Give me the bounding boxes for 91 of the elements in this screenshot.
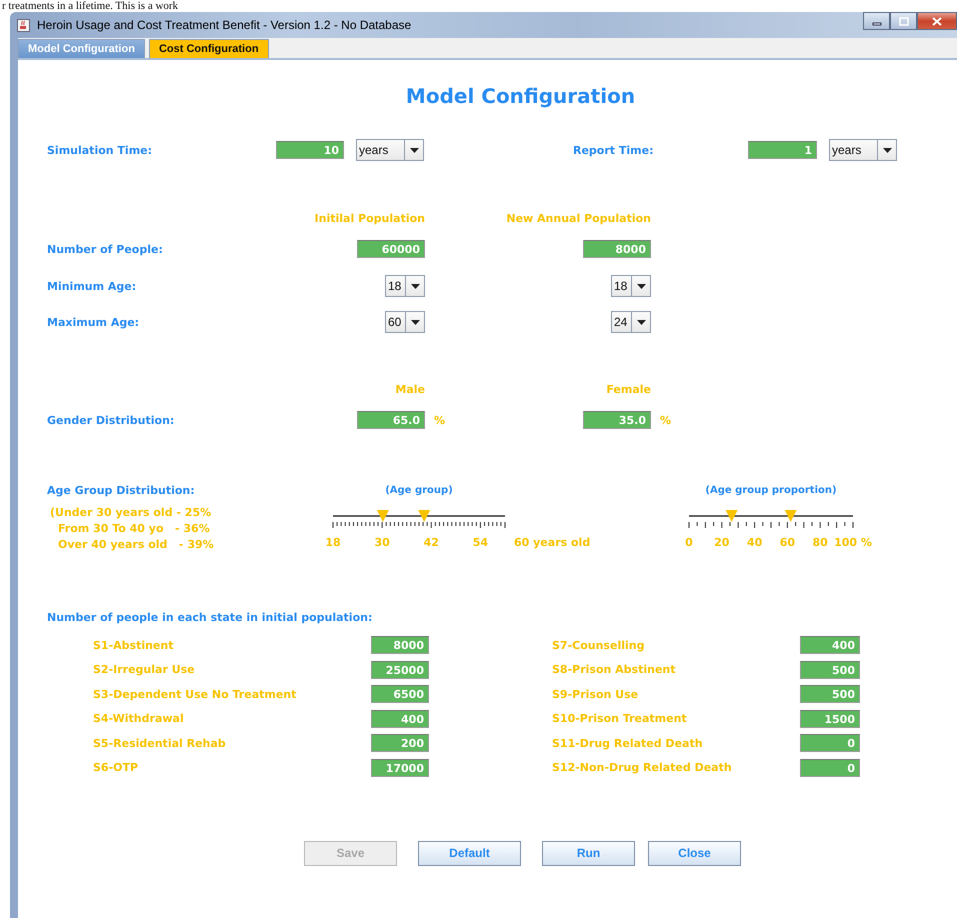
dropdown[interactable]: 18 <box>611 275 651 297</box>
state-label: S3-Dependent Use No Treatment <box>93 688 298 701</box>
number-field[interactable]: 8000 <box>583 240 651 258</box>
tick-label: 20 <box>714 535 730 551</box>
caret-icon <box>410 320 420 324</box>
number-field[interactable]: 200 <box>371 734 429 752</box>
tab[interactable]: Model Configuration <box>18 39 145 58</box>
number-field[interactable]: 400 <box>371 710 429 728</box>
caret-icon <box>410 284 420 288</box>
tick-label: 30 <box>374 535 390 551</box>
field-label: Gender Distribution: <box>47 414 176 426</box>
column-heading: Male <box>395 383 425 396</box>
caret-icon <box>636 284 646 288</box>
action-button[interactable]: Default <box>418 840 521 866</box>
number-field[interactable]: 500 <box>800 660 860 679</box>
tick-label: 60 years old <box>514 535 590 551</box>
tick-label: 100 % <box>834 535 872 551</box>
unit-label: % <box>660 414 672 426</box>
state-label: S8-Prison Abstinent <box>552 663 677 676</box>
section-label: Age Group Distribution: <box>47 483 196 499</box>
caret-icon <box>636 320 646 324</box>
number-field[interactable]: 400 <box>800 636 860 654</box>
number-field[interactable]: 10 <box>276 141 344 159</box>
number-field[interactable]: 8000 <box>371 636 429 654</box>
number-field[interactable]: 0 <box>800 734 860 752</box>
distribution-text: From 30 To 40 yo - 36% <box>57 521 211 537</box>
range-slider[interactable] <box>689 507 853 531</box>
state-label: S12-Non-Drug Related Death <box>552 761 733 774</box>
number-field[interactable]: 6500 <box>371 685 429 704</box>
column-heading: New Annual Population <box>506 212 651 226</box>
slider-thumb[interactable] <box>784 510 797 522</box>
close-button[interactable] <box>917 12 957 30</box>
dropdown[interactable]: 18 <box>385 275 425 297</box>
state-label: S5-Residential Rehab <box>93 736 227 750</box>
state-label: S6-OTP <box>93 761 140 774</box>
field-label: Report Time: <box>573 144 654 156</box>
close-icon <box>932 16 942 26</box>
background-text: r treatments in a lifetime. This is a work <box>2 0 180 12</box>
slider-thumb[interactable] <box>726 510 738 522</box>
minimize-button[interactable] <box>863 12 890 30</box>
tick-label: 54 <box>472 535 488 551</box>
number-field[interactable]: 1 <box>748 141 817 159</box>
distribution-text: (Under 30 years old - 25% <box>49 505 212 521</box>
tick-label: 40 <box>746 535 762 551</box>
column-heading: Initilal Population <box>314 212 425 226</box>
tick-label: 42 <box>424 535 439 551</box>
number-field[interactable]: 17000 <box>371 758 429 777</box>
number-field[interactable]: 1500 <box>800 710 860 728</box>
caret-icon <box>410 148 418 152</box>
number-field[interactable]: 25000 <box>371 660 429 679</box>
state-label: S9-Prison Use <box>552 688 640 701</box>
slider-title: (Age group proportion) <box>704 484 838 498</box>
state-label: S7-Counselling <box>552 638 646 652</box>
coffee-cup-icon <box>17 18 30 32</box>
page-heading: Model Configuration <box>404 83 636 110</box>
number-field[interactable]: 500 <box>800 685 860 704</box>
slider-title: (Age group) <box>384 484 454 498</box>
number-field[interactable]: 0 <box>800 758 860 777</box>
tick-label: 80 <box>812 535 828 551</box>
tick-label: 60 <box>780 535 796 551</box>
number-field[interactable]: 35.0 <box>583 411 651 429</box>
state-label: S2-Irregular Use <box>93 663 196 676</box>
maximize-icon <box>898 16 908 26</box>
tick-label: 18 <box>325 535 341 551</box>
dropdown[interactable]: 24 <box>611 311 651 333</box>
slider-thumb[interactable] <box>418 510 430 522</box>
tab[interactable]: Cost Configuration <box>148 39 269 58</box>
window-title: Heroin Usage and Cost Treatment Benefit - Version 1.2 - No Database <box>37 18 412 32</box>
maximize-button[interactable] <box>890 12 917 30</box>
dropdown[interactable]: 60 <box>385 311 425 333</box>
action-button[interactable]: Run <box>542 840 635 866</box>
state-label: S10-Prison Treatment <box>552 712 688 726</box>
state-label: S1-Abstinent <box>93 638 174 652</box>
number-field[interactable]: 65.0 <box>357 411 425 429</box>
unit-label: % <box>434 414 446 426</box>
slider-thumb[interactable] <box>376 510 389 522</box>
action-button[interactable]: Close <box>648 840 741 866</box>
tick-label: 0 <box>685 535 693 551</box>
dropdown[interactable]: years <box>356 139 424 161</box>
state-label: S11-Drug Related Death <box>552 736 704 750</box>
dropdown[interactable]: years <box>829 139 897 161</box>
range-slider[interactable] <box>333 507 505 531</box>
field-label: Simulation Time: <box>47 144 154 156</box>
field-label: Minimum Age: <box>47 280 138 292</box>
field-label: Number of People: <box>47 242 164 256</box>
state-label: S4-Withdrawal <box>93 712 185 726</box>
field-label: Maximum Age: <box>47 316 140 328</box>
number-field[interactable]: 60000 <box>357 240 425 258</box>
column-heading: Female <box>606 383 651 396</box>
section-label: Number of people in each state in initial population: <box>47 610 374 626</box>
caret-icon <box>882 148 892 152</box>
